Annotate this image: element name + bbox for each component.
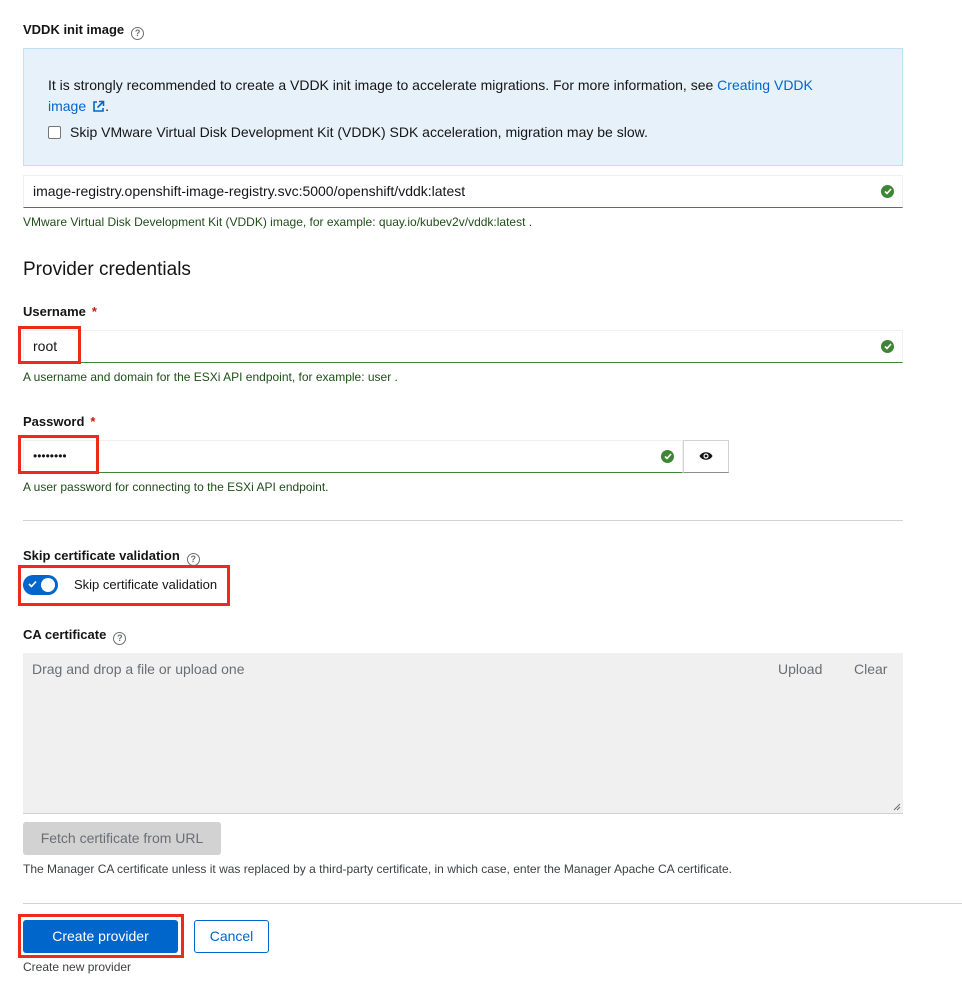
vddk-image-input[interactable]: image-registry.openshift-image-registry.… [23, 175, 903, 208]
password-label: Password * [23, 414, 96, 429]
help-icon[interactable]: ? [113, 632, 127, 645]
username-input[interactable]: root [23, 330, 903, 363]
skip-vddk-checkbox-row[interactable]: Skip VMware Virtual Disk Development Kit… [48, 124, 648, 140]
create-helper-text: Create new provider [23, 960, 132, 974]
upload-placeholder: Drag and drop a file or upload one [32, 661, 245, 677]
ca-certificate-upload[interactable]: Drag and drop a file or upload one Uploa… [23, 653, 903, 814]
skip-vddk-checkbox-label: Skip VMware Virtual Disk Development Kit… [70, 124, 648, 140]
check-circle-icon [881, 340, 894, 353]
vddk-helper-text: VMware Virtual Disk Development Kit (VDD… [23, 215, 533, 229]
password-helper-text: A user password for connecting to the ES… [23, 480, 329, 494]
check-circle-icon [661, 450, 674, 463]
divider [23, 903, 962, 904]
ca-helper-text: The Manager CA certificate unless it was… [23, 862, 733, 876]
password-input[interactable]: •••••••• [23, 440, 683, 473]
skip-cert-highlight [18, 565, 230, 606]
clear-button[interactable]: Clear [854, 661, 887, 677]
password-highlight [18, 435, 99, 474]
cancel-button[interactable]: Cancel [194, 920, 269, 953]
username-label: Username * [23, 304, 97, 319]
vddk-info-text: It is strongly recommended to create a V… [48, 77, 813, 114]
eye-icon [699, 452, 713, 460]
show-password-button[interactable] [683, 440, 729, 473]
divider [23, 520, 903, 521]
help-icon[interactable]: ? [131, 27, 145, 40]
provider-credentials-title: Provider credentials [23, 259, 191, 280]
resize-handle-icon[interactable] [893, 803, 901, 811]
upload-button[interactable]: Upload [778, 661, 822, 677]
check-circle-icon [881, 185, 894, 198]
vddk-info-alert: It is strongly recommended to create a V… [23, 48, 903, 166]
username-highlight [18, 326, 81, 364]
fetch-certificate-button[interactable]: Fetch certificate from URL [23, 822, 221, 855]
skip-vddk-checkbox[interactable] [48, 125, 61, 139]
external-link-icon [93, 100, 105, 112]
vddk-label: VDDK init image? [23, 22, 145, 40]
username-helper-text: A username and domain for the ESXi API e… [23, 370, 398, 384]
skip-cert-label: Skip certificate validation? [23, 548, 200, 566]
ca-certificate-label: CA certificate? [23, 627, 127, 645]
create-provider-highlight [18, 914, 184, 958]
